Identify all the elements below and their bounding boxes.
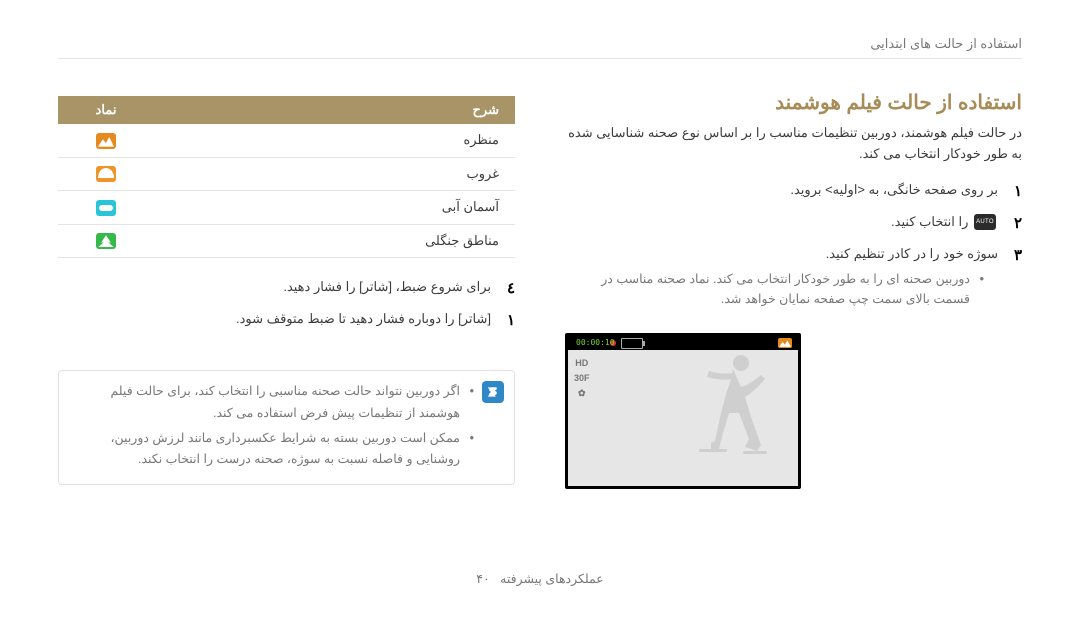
sunset-icon: [96, 166, 116, 182]
scene-icon-table: شرح نماد منظرهغروبآسمان آبیمناطق جنگلی: [58, 96, 515, 258]
note-box: اگر دوربین نتواند حالت صحنه مناسبی را ان…: [58, 370, 515, 485]
step-4: برای شروع ضبط، [شاتر] را فشار دهید.: [58, 276, 515, 308]
footer-page: ۴۰: [476, 572, 489, 586]
step-1: بر روی صفحه خانگی، به <اولیه> بروید.: [565, 179, 1022, 211]
note-item-1: اگر دوربین نتواند حالت صحنه مناسبی را ان…: [73, 381, 474, 424]
table-cell-icon: [58, 224, 154, 258]
step-3: سوژه خود را در کادر تنظیم کنید. دوربین ص…: [565, 243, 1022, 319]
lcd-top-bar: 00:00:10: [568, 336, 798, 350]
section-title: استفاده از حالت فیلم هوشمند: [565, 90, 1022, 115]
table-cell-icon: [58, 191, 154, 225]
camera-lcd-preview: 00:00:10 HD 30F ✿: [565, 333, 801, 489]
lcd-misc-icon: ✿: [574, 388, 590, 399]
step-2: را انتخاب کنید.: [565, 211, 1022, 243]
table-row: غروب: [58, 157, 515, 191]
lcd-hd-icon: HD: [574, 358, 590, 368]
lcd-side-icons: HD 30F ✿: [574, 358, 590, 399]
section-lead: در حالت فیلم هوشمند، دوربین تنظیمات مناس…: [565, 123, 1022, 165]
steps-list: بر روی صفحه خانگی، به <اولیه> بروید. را …: [565, 179, 1022, 319]
table-row: مناطق جنگلی: [58, 224, 515, 258]
step-3-subnote: دوربین صحنه ای را به طور خودکار انتخاب م…: [565, 269, 984, 309]
steps-list-continued: برای شروع ضبط، [شاتر] را فشار دهید. [شات…: [58, 276, 515, 340]
lcd-battery-icon: [621, 338, 643, 349]
table-row: آسمان آبی: [58, 191, 515, 225]
blue-sky-icon: [96, 200, 116, 216]
table-cell-icon: [58, 157, 154, 191]
lcd-fps-icon: 30F: [574, 373, 590, 383]
table-cell-desc: منظره: [154, 124, 515, 157]
breadcrumb: استفاده از حالت های ابتدایی: [870, 36, 1022, 52]
table-row: منظره: [58, 124, 515, 157]
lcd-scene-icon: [778, 338, 792, 348]
table-cell-desc: مناطق جنگلی: [154, 224, 515, 258]
landscape-icon: [96, 133, 116, 149]
step-5: [شاتر] را دوباره فشار دهید تا ضبط متوقف …: [58, 308, 515, 340]
forest-icon: [96, 233, 116, 249]
table-head-desc: شرح: [154, 96, 515, 124]
lcd-timecode: 00:00:10: [576, 338, 615, 347]
page-footer: عملکردهای پیشرفته ۴۰: [0, 571, 1080, 586]
table-cell-icon: [58, 124, 154, 157]
lcd-skater-silhouette: [671, 351, 791, 464]
note-icon: [482, 381, 504, 403]
step-3-text: سوژه خود را در کادر تنظیم کنید.: [826, 246, 998, 261]
note-item-2: ممکن است دوربین بسته به شرایط عکسبرداری …: [73, 428, 474, 471]
mode-auto-icon: [974, 214, 996, 230]
table-cell-desc: آسمان آبی: [154, 191, 515, 225]
table-head-icon: نماد: [58, 96, 154, 124]
footer-label: عملکردهای پیشرفته: [500, 572, 604, 586]
top-divider: [58, 58, 1022, 59]
table-cell-desc: غروب: [154, 157, 515, 191]
step-2-text: را انتخاب کنید.: [891, 214, 968, 229]
